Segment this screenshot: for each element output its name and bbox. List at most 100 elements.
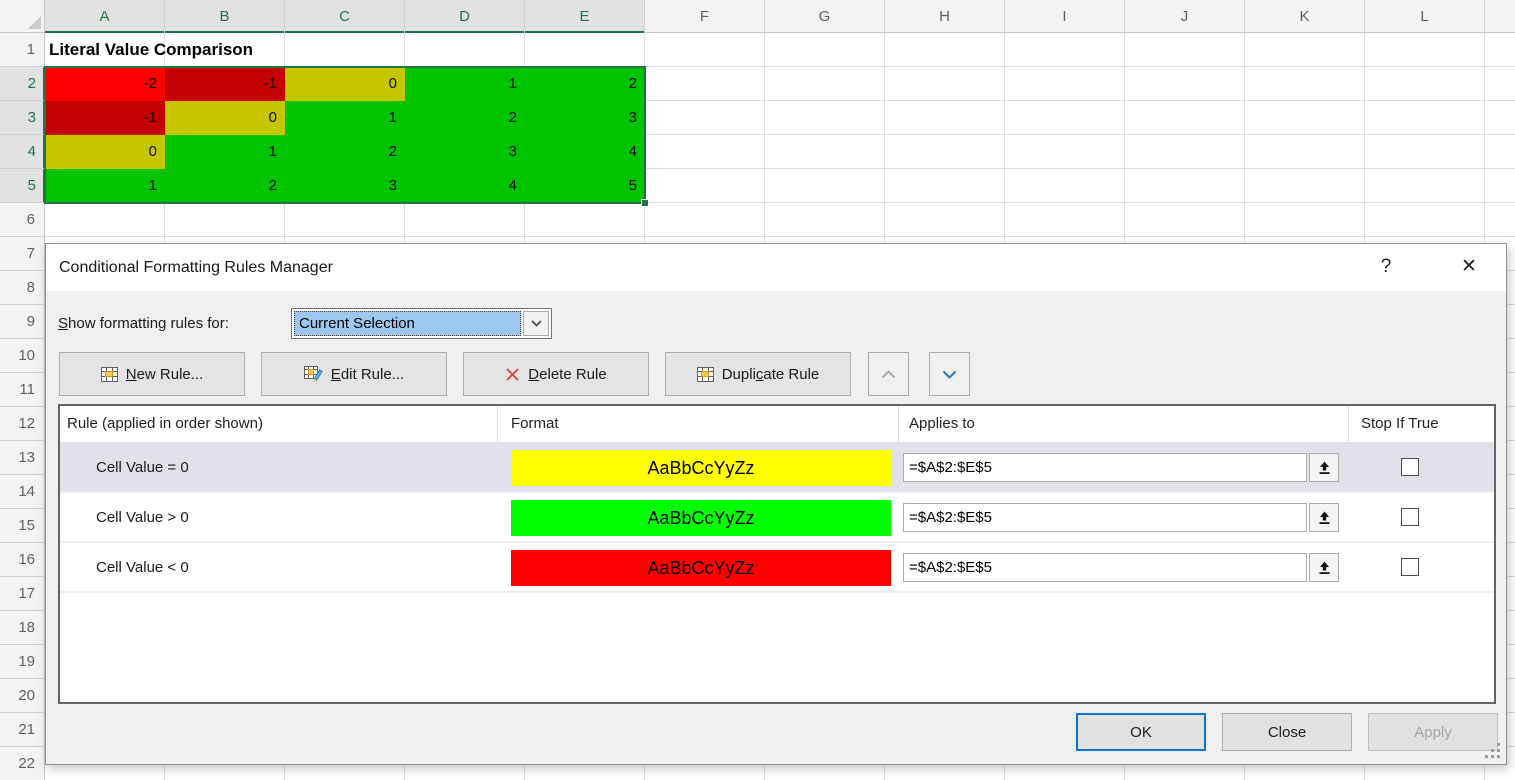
ok-button[interactable]: OK bbox=[1076, 713, 1206, 751]
applies-to-input[interactable]: =$A$2:$E$5 bbox=[903, 453, 1307, 482]
column-header-D[interactable]: D bbox=[405, 0, 525, 33]
collapse-dialog-button[interactable] bbox=[1309, 553, 1339, 582]
apply-button[interactable]: Apply bbox=[1368, 713, 1498, 751]
column-header-H[interactable]: H bbox=[885, 0, 1005, 33]
row-header-11[interactable]: 11 bbox=[0, 373, 45, 407]
row-header-12[interactable]: 12 bbox=[0, 407, 45, 441]
formatted-range: -2-1012-101230123412345 bbox=[45, 67, 645, 203]
new-rule-button[interactable]: New Rule... bbox=[59, 352, 245, 396]
cell-A3[interactable]: -1 bbox=[45, 101, 165, 135]
cell-B4[interactable]: 1 bbox=[165, 135, 285, 169]
row-header-8[interactable]: 8 bbox=[0, 271, 45, 305]
row-header-9[interactable]: 9 bbox=[0, 305, 45, 339]
chevron-down-icon bbox=[942, 370, 957, 379]
column-header-L[interactable]: L bbox=[1365, 0, 1485, 33]
format-preview-swatch: AaBbCcYyZz bbox=[511, 450, 891, 486]
applies-to-input[interactable]: =$A$2:$E$5 bbox=[903, 553, 1307, 582]
delete-x-icon bbox=[505, 367, 520, 382]
cell-E2[interactable]: 2 bbox=[525, 67, 645, 101]
rule-row-cell-value-less-0[interactable]: Cell Value < 0 AaBbCcYyZz =$A$2:$E$5 bbox=[60, 543, 1494, 593]
row-header-22[interactable]: 22 bbox=[0, 747, 45, 780]
stop-if-true-checkbox[interactable] bbox=[1401, 508, 1419, 526]
help-icon[interactable]: ? bbox=[1364, 244, 1408, 291]
column-header-E[interactable]: E bbox=[525, 0, 645, 33]
row-header-19[interactable]: 19 bbox=[0, 645, 45, 679]
cell-D4[interactable]: 3 bbox=[405, 135, 525, 169]
cell-B5[interactable]: 2 bbox=[165, 169, 285, 203]
column-header-A[interactable]: A bbox=[45, 0, 165, 33]
dropdown-selected-value: Current Selection bbox=[294, 311, 521, 336]
row-header-20[interactable]: 20 bbox=[0, 679, 45, 713]
edit-rule-button[interactable]: Edit Rule... bbox=[261, 352, 447, 396]
cell-C5[interactable]: 3 bbox=[285, 169, 405, 203]
duplicate-rule-button[interactable]: Duplicate Rule bbox=[665, 352, 851, 396]
row-header-7[interactable]: 7 bbox=[0, 237, 45, 271]
dropdown-arrow-button[interactable] bbox=[523, 311, 549, 336]
fill-handle[interactable] bbox=[641, 199, 649, 207]
rule-row-cell-value-greater-0[interactable]: Cell Value > 0 AaBbCcYyZz =$A$2:$E$5 bbox=[60, 493, 1494, 543]
delete-rule-label: Delete Rule bbox=[528, 366, 606, 383]
row-header-6[interactable]: 6 bbox=[0, 203, 45, 237]
duplicate-rule-table-icon bbox=[697, 367, 714, 382]
row-header-3[interactable]: 3 bbox=[0, 101, 45, 135]
select-all-corner[interactable] bbox=[0, 0, 45, 33]
row-headers: 12345678910111213141516171819202122 bbox=[0, 33, 45, 780]
column-header-J[interactable]: J bbox=[1125, 0, 1245, 33]
cell-B2[interactable]: -1 bbox=[165, 67, 285, 101]
cell-E3[interactable]: 3 bbox=[525, 101, 645, 135]
cell-A5[interactable]: 1 bbox=[45, 169, 165, 203]
dialog-titlebar[interactable]: Conditional Formatting Rules Manager ? ✕ bbox=[46, 244, 1506, 291]
row-header-18[interactable]: 18 bbox=[0, 611, 45, 645]
chevron-down-icon bbox=[531, 320, 542, 327]
close-button[interactable]: Close bbox=[1222, 713, 1352, 751]
close-icon[interactable]: ✕ bbox=[1446, 244, 1492, 291]
row-header-4[interactable]: 4 bbox=[0, 135, 45, 169]
collapse-dialog-button[interactable] bbox=[1309, 453, 1339, 482]
row-header-17[interactable]: 17 bbox=[0, 577, 45, 611]
stop-if-true-checkbox[interactable] bbox=[1401, 458, 1419, 476]
row-header-5[interactable]: 5 bbox=[0, 169, 45, 203]
cell-D5[interactable]: 4 bbox=[405, 169, 525, 203]
cell-row-4: 01234 bbox=[45, 135, 645, 169]
cell-B3[interactable]: 0 bbox=[165, 101, 285, 135]
cell-C2[interactable]: 0 bbox=[285, 67, 405, 101]
row-header-15[interactable]: 15 bbox=[0, 509, 45, 543]
column-header-B[interactable]: B bbox=[165, 0, 285, 33]
cell-A2[interactable]: -2 bbox=[45, 67, 165, 101]
collapse-dialog-button[interactable] bbox=[1309, 503, 1339, 532]
delete-rule-button[interactable]: Delete Rule bbox=[463, 352, 649, 396]
show-rules-dropdown[interactable]: Current Selection bbox=[291, 308, 552, 339]
row-header-21[interactable]: 21 bbox=[0, 713, 45, 747]
cell-D2[interactable]: 1 bbox=[405, 67, 525, 101]
row-header-1[interactable]: 1 bbox=[0, 33, 45, 67]
rule-description: Cell Value = 0 bbox=[96, 443, 189, 493]
column-header-partial bbox=[1485, 0, 1515, 33]
applies-to-input[interactable]: =$A$2:$E$5 bbox=[903, 503, 1307, 532]
collapse-dialog-icon bbox=[1318, 511, 1331, 525]
move-rule-down-button[interactable] bbox=[929, 352, 970, 396]
row-header-14[interactable]: 14 bbox=[0, 475, 45, 509]
cell-A1[interactable]: Literal Value Comparison bbox=[49, 33, 469, 67]
cell-D3[interactable]: 2 bbox=[405, 101, 525, 135]
cell-C3[interactable]: 1 bbox=[285, 101, 405, 135]
stop-if-true-checkbox[interactable] bbox=[1401, 558, 1419, 576]
cell-A4[interactable]: 0 bbox=[45, 135, 165, 169]
resize-grip[interactable] bbox=[1485, 743, 1501, 759]
duplicate-rule-label: Duplicate Rule bbox=[722, 366, 820, 383]
move-rule-up-button[interactable] bbox=[868, 352, 909, 396]
row-header-2[interactable]: 2 bbox=[0, 67, 45, 101]
row-header-16[interactable]: 16 bbox=[0, 543, 45, 577]
collapse-dialog-icon bbox=[1318, 561, 1331, 575]
column-header-G[interactable]: G bbox=[765, 0, 885, 33]
cell-E5[interactable]: 5 bbox=[525, 169, 645, 203]
row-header-13[interactable]: 13 bbox=[0, 441, 45, 475]
cell-E4[interactable]: 4 bbox=[525, 135, 645, 169]
cell-C4[interactable]: 2 bbox=[285, 135, 405, 169]
column-header-F[interactable]: F bbox=[645, 0, 765, 33]
column-header-I[interactable]: I bbox=[1005, 0, 1125, 33]
column-header-C[interactable]: C bbox=[285, 0, 405, 33]
row-header-10[interactable]: 10 bbox=[0, 339, 45, 373]
rule-row-cell-value-equals-0[interactable]: Cell Value = 0 AaBbCcYyZz =$A$2:$E$5 bbox=[60, 443, 1494, 493]
column-header-K[interactable]: K bbox=[1245, 0, 1365, 33]
dialog-title: Conditional Formatting Rules Manager bbox=[59, 244, 333, 291]
